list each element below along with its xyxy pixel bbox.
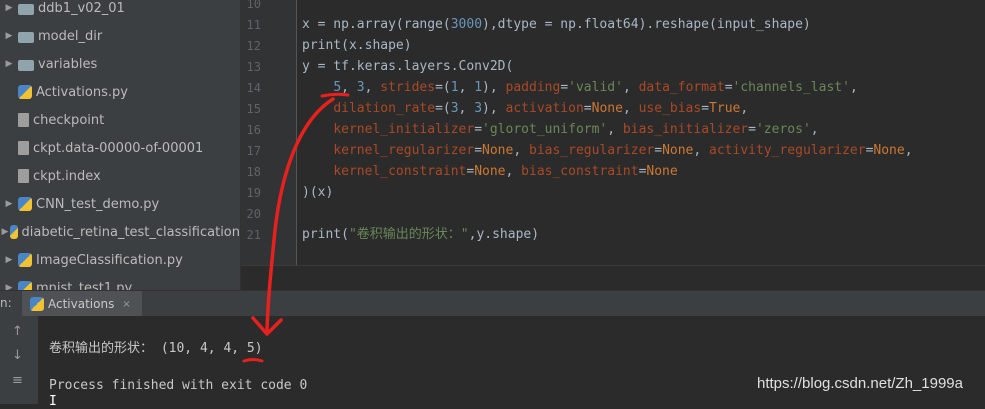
tree-item-diabetic-retina[interactable]: ▶ diabetic_retina_test_classification <box>0 218 240 246</box>
expand-arrow-icon[interactable]: ▶ <box>0 255 18 265</box>
scroll-down-icon[interactable]: ↓ <box>12 348 23 363</box>
console-finish-line: Process finished with exit code 0 <box>49 378 308 393</box>
run-tab-activations[interactable]: Activations × <box>22 291 142 317</box>
folder-icon <box>18 31 34 43</box>
run-tab-label: Activations <box>48 297 115 311</box>
code-line-11[interactable]: x = np.array(range(3000),dtype = np.floa… <box>302 14 811 35</box>
code-line-21[interactable]: print("卷积输出的形状：",y.shape) <box>302 224 539 245</box>
tree-item-label: Activations.py <box>36 84 128 100</box>
code-line-19[interactable]: )(x) <box>302 182 333 203</box>
close-icon[interactable]: × <box>122 299 130 310</box>
line-number: 17 <box>246 144 261 158</box>
run-toolbar: ↑ ↓ ≡ <box>0 316 38 404</box>
expand-arrow-icon[interactable]: ▶ <box>0 227 10 237</box>
python-file-icon <box>18 253 32 267</box>
editor-scroll-area <box>241 265 985 291</box>
expand-arrow-icon[interactable]: ▶ <box>0 59 18 69</box>
tree-item-checkpoint[interactable]: checkpoint <box>0 106 240 134</box>
tree-item-label: variables <box>38 56 98 72</box>
python-file-icon <box>18 281 32 290</box>
line-number-gutter: 10 11 12 13 14 15 16 17 18 19 20 21 <box>241 0 297 265</box>
line-number: 10 <box>246 0 261 11</box>
tree-item-label: CNN_test_demo.py <box>36 196 160 212</box>
run-panel-label: n: <box>0 296 12 310</box>
line-number: 15 <box>246 102 261 116</box>
console-output-line: 卷积输出的形状： (10, 4, 4, 5) <box>49 341 263 356</box>
expand-arrow-icon[interactable]: ▶ <box>0 283 18 290</box>
expand-arrow-icon[interactable]: ▶ <box>0 3 18 13</box>
watermark: https://blog.csdn.net/Zh_1999a <box>757 375 963 392</box>
scroll-up-icon[interactable]: ↑ <box>12 324 23 339</box>
line-number: 16 <box>246 123 261 137</box>
code-line-18[interactable]: kernel_constraint=None, bias_constraint=… <box>302 161 677 182</box>
run-panel-header: n: Activations × <box>0 290 985 317</box>
tree-item-label: checkpoint <box>33 112 105 128</box>
file-icon <box>18 169 29 183</box>
file-icon <box>18 113 29 127</box>
code-editor[interactable]: x = np.array(range(3000),dtype = np.floa… <box>297 0 985 265</box>
python-file-icon <box>18 85 32 99</box>
tree-item-model-dir[interactable]: ▶ model_dir <box>0 22 240 50</box>
tree-item-label: ddb1_v02_01 <box>38 0 125 16</box>
tree-item-ckpt-index[interactable]: ckpt.index <box>0 162 240 190</box>
tree-item-mnist-test1[interactable]: ▶ mnist_test1.py <box>0 274 240 290</box>
python-file-icon <box>30 297 44 311</box>
tree-item-label: ImageClassification.py <box>36 252 183 268</box>
soft-wrap-icon[interactable]: ≡ <box>12 373 23 388</box>
line-number: 21 <box>246 228 261 242</box>
text-cursor: I <box>49 394 57 409</box>
code-line-14[interactable]: 5, 3, strides=(1, 1), padding='valid', d… <box>302 77 857 98</box>
python-file-icon <box>18 197 32 211</box>
tree-item-label: model_dir <box>38 28 103 44</box>
code-line-15[interactable]: dilation_rate=(3, 3), activation=None, u… <box>302 98 748 119</box>
line-number: 13 <box>246 60 261 74</box>
folder-icon <box>18 3 34 15</box>
line-number: 12 <box>246 39 261 53</box>
line-number: 14 <box>246 81 261 95</box>
line-number: 20 <box>246 207 261 221</box>
tree-item-label: mnist_test1.py <box>36 280 133 291</box>
line-number: 19 <box>246 186 261 200</box>
code-line-17[interactable]: kernel_regularizer=None, bias_regularize… <box>302 140 912 161</box>
code-line-12[interactable]: print(x.shape) <box>302 35 412 56</box>
tree-item-label: ckpt.index <box>33 168 101 184</box>
code-line-13[interactable]: y = tf.keras.layers.Conv2D( <box>302 56 513 77</box>
file-icon <box>18 141 29 155</box>
line-number: 18 <box>246 165 261 179</box>
tree-item-label: diabetic_retina_test_classification <box>21 224 240 240</box>
tree-item-activations[interactable]: Activations.py <box>0 78 240 106</box>
tree-item-ckpt-data[interactable]: ckpt.data-00000-of-00001 <box>0 134 240 162</box>
project-tree: ▶ ddb1_v02_01 ▶ model_dir ▶ variables Ac… <box>0 0 240 290</box>
tree-item-label: ckpt.data-00000-of-00001 <box>33 140 204 156</box>
tree-item-cnn-test-demo[interactable]: ▶ CNN_test_demo.py <box>0 190 240 218</box>
folder-icon <box>18 59 34 71</box>
line-number: 11 <box>246 18 261 32</box>
expand-arrow-icon[interactable]: ▶ <box>0 31 18 41</box>
expand-arrow-icon[interactable]: ▶ <box>0 199 18 209</box>
code-line-16[interactable]: kernel_initializer='glorot_uniform', bia… <box>302 119 818 140</box>
tree-item-image-classification[interactable]: ▶ ImageClassification.py <box>0 246 240 274</box>
tree-item-variables[interactable]: ▶ variables <box>0 50 240 78</box>
python-file-icon <box>9 225 18 239</box>
tree-item-ddb1[interactable]: ▶ ddb1_v02_01 <box>0 0 240 22</box>
